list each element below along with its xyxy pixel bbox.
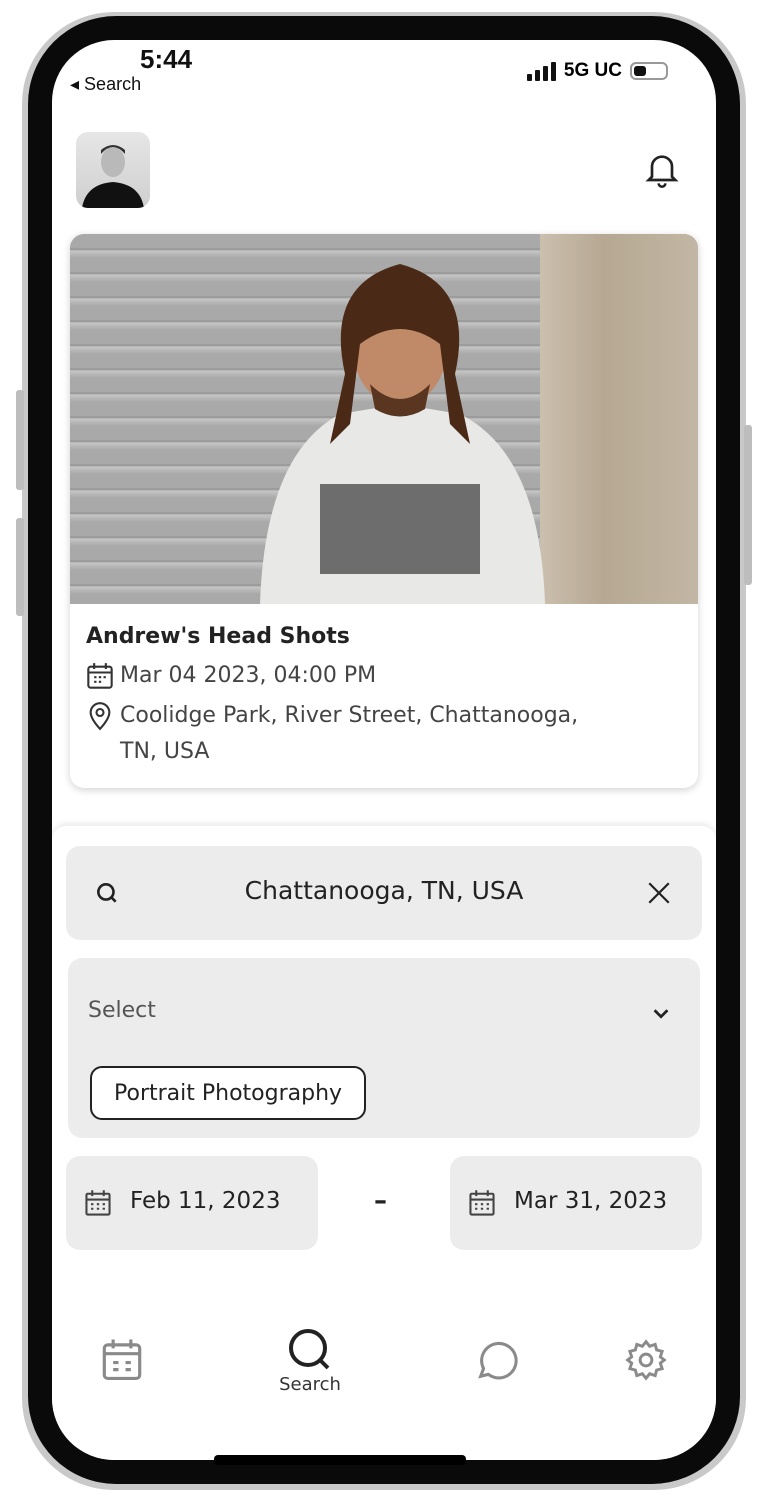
chat-icon bbox=[478, 1341, 518, 1380]
network-label: 5G UC bbox=[563, 60, 622, 81]
screen: 5:44 ◂ Search 5G UC Andrew's Head Shots … bbox=[52, 40, 716, 1460]
gear-icon bbox=[625, 1339, 667, 1381]
volume-down-button bbox=[16, 518, 24, 616]
calendar-icon bbox=[85, 1190, 111, 1216]
event-card[interactable]: Andrew's Head Shots Mar 04 2023, 04:00 P… bbox=[70, 234, 698, 788]
event-location-line1: Coolidge Park, River Street, Chattanooga… bbox=[120, 703, 579, 728]
bell-icon[interactable] bbox=[642, 150, 682, 194]
category-select[interactable]: Select Portrait Photography bbox=[68, 958, 700, 1138]
calendar-icon bbox=[469, 1190, 495, 1216]
event-title: Andrew's Head Shots bbox=[86, 624, 350, 649]
volume-up-button bbox=[16, 390, 24, 490]
search-icon bbox=[289, 1329, 330, 1370]
category-placeholder: Select bbox=[88, 998, 156, 1023]
location-pin-icon bbox=[89, 702, 111, 731]
event-location-line2: TN, USA bbox=[120, 739, 210, 764]
calendar-icon bbox=[102, 1339, 142, 1381]
start-date: Feb 11, 2023 bbox=[130, 1188, 281, 1214]
power-button bbox=[744, 425, 752, 585]
end-date: Mar 31, 2023 bbox=[514, 1188, 668, 1214]
status-time: 5:44 bbox=[140, 44, 193, 74]
event-location-row: Coolidge Park, River Street, Chattanooga… bbox=[86, 698, 578, 770]
battery-icon bbox=[630, 62, 668, 80]
chip-label: Portrait Photography bbox=[114, 1080, 343, 1106]
status-indicators: 5G UC bbox=[526, 60, 668, 82]
avatar[interactable] bbox=[76, 132, 150, 208]
nav-search[interactable]: Search bbox=[270, 1326, 350, 1395]
home-indicator bbox=[214, 1455, 466, 1465]
calendar-icon bbox=[87, 663, 113, 689]
event-datetime: Mar 04 2023, 04:00 PM bbox=[120, 663, 377, 688]
nav-calendar[interactable] bbox=[82, 1336, 162, 1382]
category-chip[interactable]: Portrait Photography bbox=[90, 1066, 367, 1120]
start-date-input[interactable]: Feb 11, 2023 bbox=[66, 1156, 318, 1250]
event-photo bbox=[70, 234, 698, 604]
end-date-input[interactable]: Mar 31, 2023 bbox=[450, 1156, 702, 1250]
clear-search-icon[interactable] bbox=[646, 880, 672, 906]
back-to-search-link[interactable]: ◂ Search bbox=[70, 74, 141, 95]
nav-search-label: Search bbox=[279, 1374, 341, 1395]
date-separator: – bbox=[374, 1186, 387, 1216]
location-search-input[interactable]: Chattanooga, TN, USA bbox=[66, 846, 702, 940]
signal-icon bbox=[526, 61, 556, 81]
search-value: Chattanooga, TN, USA bbox=[244, 876, 524, 905]
back-label: Search bbox=[84, 74, 142, 94]
event-datetime-row: Mar 04 2023, 04:00 PM bbox=[86, 658, 376, 694]
nav-settings[interactable] bbox=[606, 1338, 686, 1382]
chevron-down-icon[interactable] bbox=[650, 1002, 672, 1024]
nav-messages[interactable] bbox=[456, 1336, 536, 1382]
